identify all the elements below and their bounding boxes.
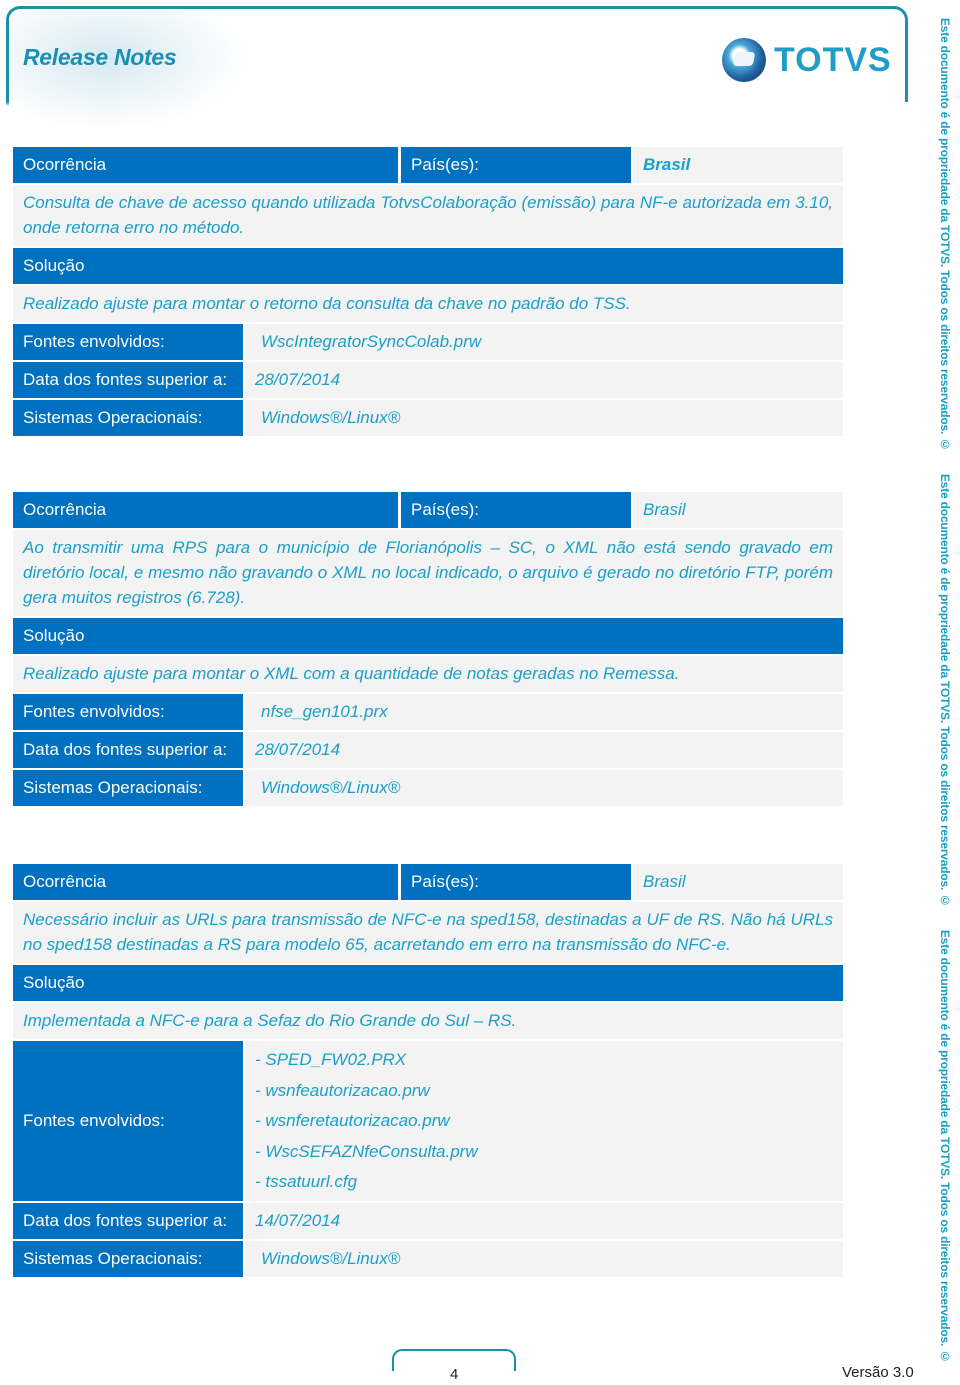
release-entry-2: Ocorrência País(es): Brasil Ao transmiti… — [13, 492, 843, 808]
occurrence-text: Necessário incluir as URLs para transmis… — [13, 902, 843, 963]
version-label: Versão 3.0 — [842, 1364, 914, 1381]
date-value: 14/07/2014 — [245, 1203, 843, 1239]
document-title: Release Notes — [23, 44, 177, 70]
solution-header: Solução — [13, 965, 843, 1001]
copyright-watermark: Este documento é de propriedade da TOTVS… — [938, 930, 952, 1364]
country-value: Brasil — [633, 864, 843, 900]
file-item: - wsnfeautorizacao.prw — [255, 1080, 430, 1100]
totvs-logo-text: TOTVS — [774, 40, 892, 79]
files-list: - SPED_FW02.PRX - wsnfeautorizacao.prw -… — [245, 1041, 843, 1201]
solution-text: Realizado ajuste para montar o retorno d… — [13, 286, 843, 322]
file-item: - tssatuurl.cfg — [255, 1172, 358, 1191]
file-item: - WscSEFAZNfeConsulta.prw — [255, 1141, 478, 1161]
release-entry-1: Ocorrência País(es): Brasil Consulta de … — [13, 147, 843, 438]
files-label: Fontes envolvidos: — [13, 694, 243, 730]
os-value: Windows®/Linux® — [245, 770, 843, 806]
os-value: Windows®/Linux® — [245, 400, 843, 436]
file-item: - wsnferetautorizacao.prw — [255, 1111, 450, 1130]
release-entry-3: Ocorrência País(es): Brasil Necessário i… — [13, 864, 843, 1279]
date-value: 28/07/2014 — [245, 362, 843, 398]
totvs-logo-icon — [722, 38, 766, 82]
occurrence-text: Consulta de chave de acesso quando utili… — [13, 185, 843, 246]
files-label: Fontes envolvidos: — [13, 1041, 243, 1201]
country-label: País(es): — [401, 864, 631, 900]
solution-header: Solução — [13, 618, 843, 654]
copyright-watermark: Este documento é de propriedade da TOTVS… — [938, 474, 952, 908]
date-value: 28/07/2014 — [245, 732, 843, 768]
country-label: País(es): — [401, 492, 631, 528]
occurrence-header: Ocorrência — [13, 147, 398, 183]
copyright-watermark: Este documento é de propriedade da TOTVS… — [938, 18, 952, 452]
date-label: Data dos fontes superior a: — [13, 732, 243, 768]
occurrence-header: Ocorrência — [13, 864, 398, 900]
page-number: 4 — [450, 1366, 459, 1383]
os-label: Sistemas Operacionais: — [13, 1241, 243, 1277]
country-value: Brasil — [633, 492, 843, 528]
solution-text: Implementada a NFC-e para a Sefaz do Rio… — [13, 1003, 843, 1039]
os-value: Windows®/Linux® — [245, 1241, 843, 1277]
os-label: Sistemas Operacionais: — [13, 400, 243, 436]
totvs-logo: TOTVS — [722, 38, 892, 82]
files-value: nfse_gen101.prx — [245, 694, 843, 730]
country-label: País(es): — [401, 147, 631, 183]
country-value: Brasil — [633, 147, 843, 183]
solution-header: Solução — [13, 248, 843, 284]
files-label: Fontes envolvidos: — [13, 324, 243, 360]
file-item: - SPED_FW02.PRX — [255, 1050, 407, 1069]
occurrence-text: Ao transmitir uma RPS para o município d… — [13, 530, 843, 616]
solution-text: Realizado ajuste para montar o XML com a… — [13, 656, 843, 692]
date-label: Data dos fontes superior a: — [13, 1203, 243, 1239]
os-label: Sistemas Operacionais: — [13, 770, 243, 806]
files-value: WscIntegratorSyncColab.prw — [245, 324, 843, 360]
occurrence-header: Ocorrência — [13, 492, 398, 528]
date-label: Data dos fontes superior a: — [13, 362, 243, 398]
